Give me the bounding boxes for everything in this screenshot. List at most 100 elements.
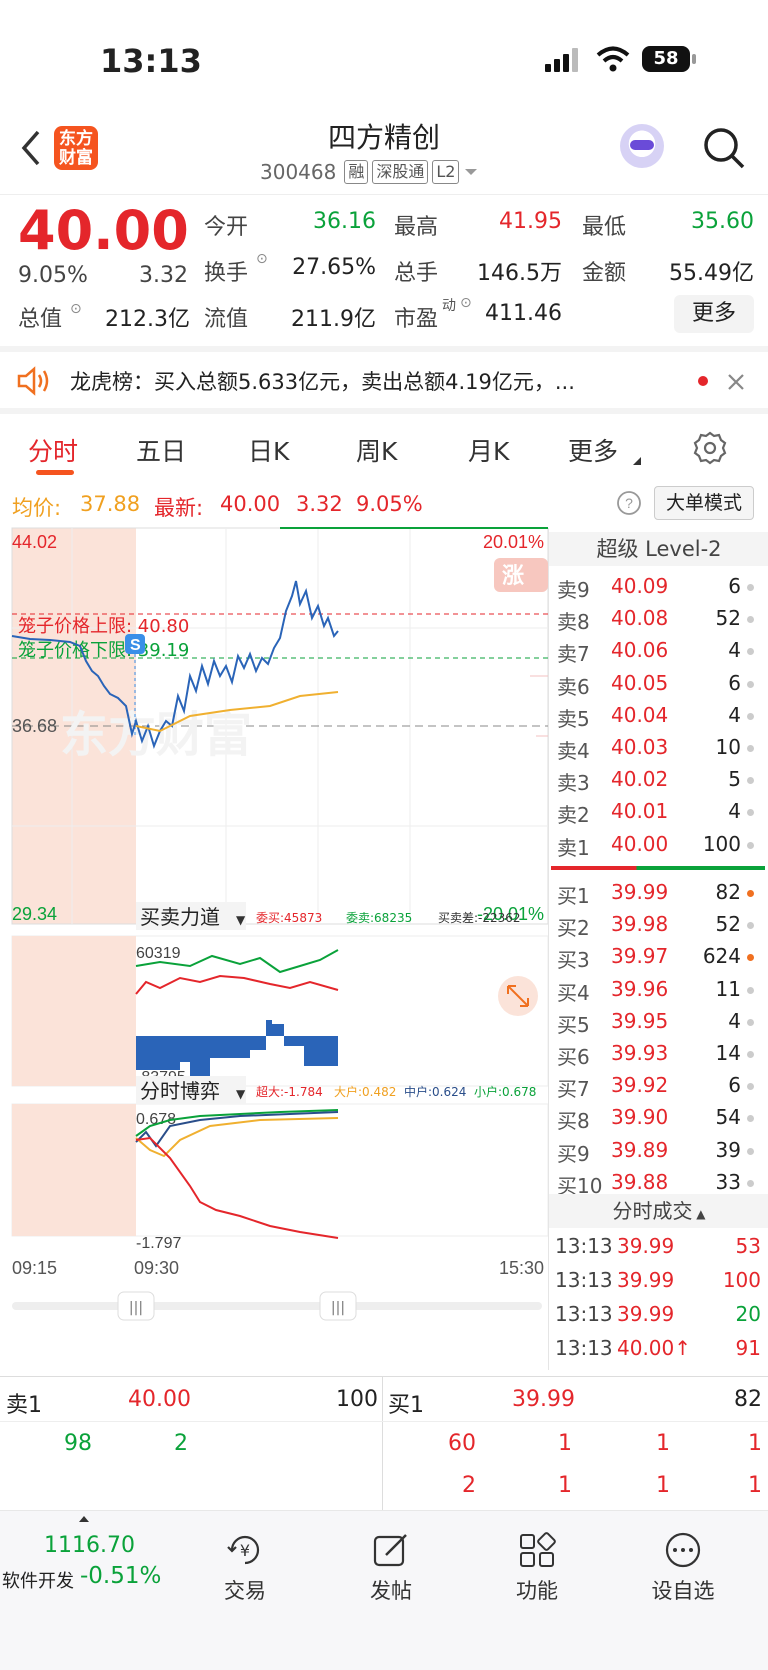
nav-functions[interactable]: 功能 [482, 1531, 592, 1605]
tab-daily-k[interactable]: 日K [248, 432, 289, 468]
order-level-label: 卖5 [557, 706, 590, 731]
corner-arrow-icon [633, 457, 641, 465]
trades-title[interactable]: 分时成交 ▲ [549, 1194, 768, 1228]
order-level-label: 卖8 [557, 610, 590, 635]
nav-post[interactable]: 发帖 [336, 1531, 446, 1605]
sub1-shade [12, 936, 136, 1086]
bid-row[interactable]: 买2 39.98 52 [549, 910, 768, 942]
ask-row[interactable]: 卖9 40.09 6 [549, 572, 768, 604]
order-price: 39.90 [611, 1105, 669, 1130]
order-dot-icon [747, 1018, 754, 1026]
order-level-label: 买4 [557, 980, 590, 1005]
sub2-stat-large: 大户:0.482 [334, 1084, 396, 1099]
order-volume: 10 [715, 735, 741, 759]
large-order-mode-button[interactable]: 大单模式 [654, 486, 754, 520]
tag-level2: L2 [432, 160, 460, 184]
bid-row[interactable]: 买6 39.93 14 [549, 1039, 768, 1071]
tab-five-day[interactable]: 五日 [136, 432, 186, 468]
stat-value-amount: 55.49亿 [669, 261, 754, 286]
order-volume: 624 [702, 944, 741, 969]
grip-icon: ||| [331, 1300, 345, 1316]
search-icon[interactable] [702, 126, 746, 170]
order-price: 39.93 [611, 1041, 669, 1065]
bid-row[interactable]: 买7 39.92 6 [549, 1071, 768, 1103]
ask-row[interactable]: 卖8 40.08 52 [549, 604, 768, 636]
order-volume: 6 [728, 574, 741, 598]
gear-icon[interactable] [692, 430, 728, 466]
ask-row[interactable]: 卖5 40.04 4 [549, 701, 768, 733]
y-min-label: 29.34 [12, 904, 57, 924]
order-volume: 52 [715, 606, 741, 631]
bid-row[interactable]: 买8 39.90 54 [549, 1103, 768, 1135]
dropdown-arrow-icon[interactable]: ▼ [236, 913, 246, 927]
ask-row[interactable]: 卖7 40.06 4 [549, 636, 768, 668]
ask-row[interactable]: 卖3 40.02 5 [549, 765, 768, 797]
info-icon[interactable]: ⊙ [70, 301, 82, 317]
bid-ask-summary: 卖1 40.00 100 买1 39.99 82 98 2 60 1 1 1 2… [0, 1376, 768, 1511]
dropdown-arrow-icon[interactable]: ▼ [236, 1087, 246, 1101]
order-dot-icon [747, 954, 754, 962]
ask-row[interactable]: 卖1 40.00 100 [549, 830, 768, 862]
info-icon[interactable]: ⊙ [256, 251, 268, 267]
order-level-label: 买3 [557, 948, 590, 973]
tag-margin: 融 [344, 160, 369, 184]
latest-change: 3.32 [296, 492, 343, 516]
bid-row[interactable]: 买4 39.96 11 [549, 975, 768, 1007]
svg-text:?: ? [625, 495, 633, 511]
help-icon[interactable]: ? [616, 490, 642, 516]
trade-price: 40.00↑ [617, 1336, 692, 1360]
range-slider-track[interactable] [12, 1302, 542, 1310]
order-volume: 52 [715, 912, 741, 937]
order-level-label: 卖9 [557, 578, 590, 602]
sub1-title[interactable]: 买卖力道 [140, 905, 220, 929]
bid-row[interactable]: 买1 39.99 82 [549, 878, 768, 910]
stock-code: 300468 [260, 160, 337, 184]
ask-row[interactable]: 卖4 40.03 10 [549, 733, 768, 765]
tab-monthly-k[interactable]: 月K [468, 432, 509, 468]
order-volume: 100 [702, 831, 741, 856]
stock-code-row: 300468 融 深股通 L2 [260, 160, 479, 184]
order-price: 39.96 [611, 976, 669, 1001]
speaker-icon [17, 366, 49, 396]
sub2-red-line [135, 1136, 339, 1239]
sub2-stat-small: 小户:0.678 [474, 1084, 536, 1099]
time-label-start: 09:15 [12, 1258, 57, 1278]
status-time: 13:13 [100, 42, 202, 80]
s-marker[interactable]: S [130, 637, 141, 654]
close-icon[interactable] [726, 372, 746, 392]
sector-index[interactable]: 1116.70 软件开发 -0.51% [0, 1515, 170, 1615]
sub2-title[interactable]: 分时博弈 [140, 1079, 220, 1103]
order-dot-icon [747, 1147, 754, 1155]
dragon-tiger-banner[interactable]: 龙虎榜：买入总额5.633亿元，卖出总额4.19亿元，... [0, 346, 768, 414]
trade-volume: 100 [722, 1268, 761, 1292]
chevron-down-icon[interactable] [463, 166, 479, 178]
more-button[interactable]: 更多 [674, 295, 754, 333]
summary-left-val: 2 [174, 1431, 188, 1456]
bid-row[interactable]: 买5 39.95 4 [549, 1007, 768, 1039]
stat-label-open: 今开 [204, 215, 249, 240]
tab-more[interactable]: 更多 [568, 432, 618, 468]
summary-bid-vol: 82 [734, 1387, 762, 1412]
intraday-chart[interactable]: 东方财富 44.02 36.68 29.34 20.01% -20.01% 笼子… [0, 526, 549, 1346]
nav-trade[interactable]: ¥ 交易 [190, 1531, 300, 1605]
order-volume: 39 [715, 1137, 741, 1162]
ask-row[interactable]: 卖6 40.05 6 [549, 669, 768, 701]
limit-badge[interactable]: 涨 [502, 564, 524, 589]
bid-ask-ratio-bar [551, 866, 765, 870]
summary-ask-vol: 100 [336, 1387, 378, 1412]
bid-row[interactable]: 买9 39.89 39 [549, 1136, 768, 1168]
current-price: 40.00 [18, 199, 189, 262]
tab-weekly-k[interactable]: 周K [356, 432, 397, 468]
nav-add-watchlist[interactable]: 设自选 [628, 1531, 738, 1605]
latest-label: 最新: [154, 496, 204, 520]
order-dot-icon [747, 1083, 754, 1091]
nav-add-watchlist-label: 设自选 [651, 1579, 715, 1603]
status-bar: 13:13 58 [0, 0, 768, 110]
bid-row[interactable]: 买3 39.97 624 [549, 942, 768, 974]
ask-row[interactable]: 卖2 40.01 4 [549, 797, 768, 829]
robot-avatar-icon[interactable] [620, 124, 664, 168]
tab-intraday[interactable]: 分时 [28, 432, 78, 468]
summary-right-val: 1 [656, 1431, 670, 1456]
order-price: 40.05 [611, 670, 669, 695]
order-level-label: 买9 [557, 1141, 590, 1166]
